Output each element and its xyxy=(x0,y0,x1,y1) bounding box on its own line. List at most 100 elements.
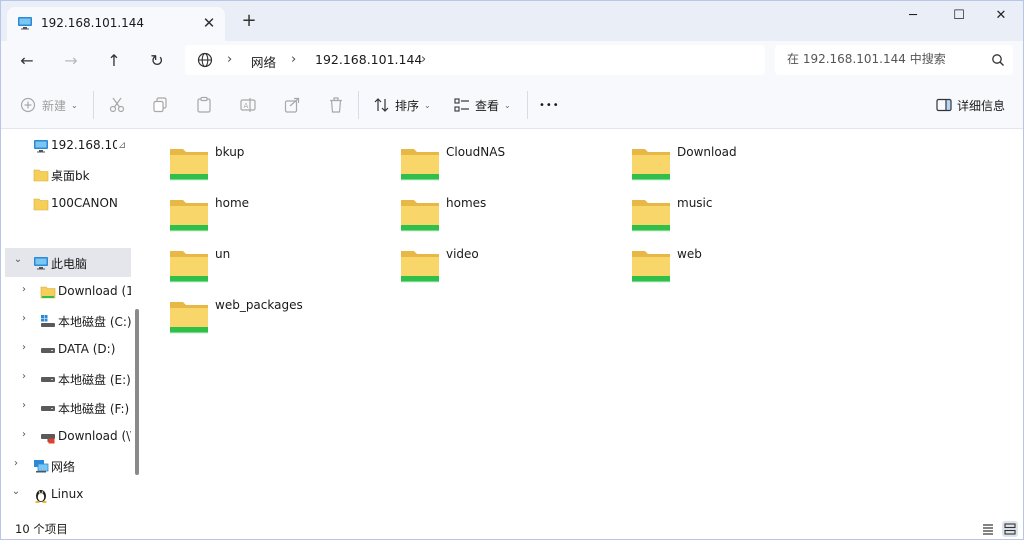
tiles-view-icon[interactable] xyxy=(1002,521,1018,537)
search-icon[interactable] xyxy=(991,53,1005,67)
plus-circle-icon xyxy=(20,97,36,113)
details-label: 详细信息 xyxy=(957,98,1006,113)
drive-icon xyxy=(41,348,55,353)
chevron-right-icon[interactable]: › xyxy=(19,342,29,353)
sidebar-item-label: Download (\\SERVER) xyxy=(58,429,131,443)
sidebar-item-drive-f[interactable]: › 本地磁盘 (F:) xyxy=(1,393,131,422)
chevron-right-icon[interactable]: › xyxy=(11,458,21,469)
details-pane-button[interactable]: 详细信息 xyxy=(935,93,1005,117)
toolbar-divider xyxy=(93,91,94,119)
close-tab-button[interactable]: ✕ xyxy=(199,13,219,33)
search-input[interactable] xyxy=(787,52,977,66)
more-options-button[interactable]: ••• xyxy=(539,93,560,117)
chevron-right-icon[interactable]: › xyxy=(19,400,29,411)
rename-icon[interactable]: A xyxy=(239,96,257,114)
breadcrumb-separator[interactable]: › xyxy=(291,52,296,67)
breadcrumb-separator[interactable]: › xyxy=(227,52,232,67)
sidebar-item-linux[interactable]: ⌄ Linux xyxy=(1,480,131,509)
up-button[interactable]: ↑ xyxy=(101,49,127,73)
back-button[interactable]: ← xyxy=(14,49,40,73)
share-icon[interactable] xyxy=(283,96,301,114)
breadcrumb-host[interactable]: 192.168.101.144 xyxy=(315,52,422,67)
folder-icon xyxy=(40,286,56,299)
tab-current[interactable]: 192.168.101.144 ✕ xyxy=(7,7,225,41)
folder-item[interactable]: bkup xyxy=(169,143,389,189)
sort-icon xyxy=(374,98,389,112)
sidebar-scrollbar[interactable] xyxy=(135,309,139,475)
new-button[interactable]: 新建 ⌄ xyxy=(19,93,78,117)
folder-icon xyxy=(632,149,670,181)
folder-item[interactable]: video xyxy=(400,245,620,291)
sidebar-item-label: Download (192.168.101.144) xyxy=(58,284,131,298)
search-box[interactable] xyxy=(775,45,1013,75)
chevron-right-icon[interactable]: › xyxy=(19,284,29,295)
sidebar-item-label: 192.168.101.144 xyxy=(51,138,117,152)
sidebar-item-desktop-bk[interactable]: 桌面bk xyxy=(1,160,131,189)
paste-icon[interactable] xyxy=(195,96,213,114)
sidebar-item-download-mapped[interactable]: › Download (192.168.101.144) xyxy=(1,277,131,306)
folder-name: home xyxy=(215,196,250,210)
address-bar[interactable]: › 网络 › 192.168.101.144 › xyxy=(185,45,765,75)
delete-icon[interactable] xyxy=(327,96,345,114)
folder-icon xyxy=(401,200,439,232)
folder-name: music xyxy=(677,196,713,210)
view-button[interactable]: 查看 ⌄ xyxy=(453,93,511,117)
sidebar-item-100canon[interactable]: 100CANON xyxy=(1,189,131,218)
chevron-down-icon: ⌄ xyxy=(424,100,431,110)
folder-item[interactable]: music xyxy=(631,194,851,240)
folder-name: homes xyxy=(446,196,487,210)
folder-item[interactable]: Download xyxy=(631,143,851,189)
sidebar-item-drive-d[interactable]: › DATA (D:) xyxy=(1,335,131,364)
sidebar-item-network[interactable]: › 网络 xyxy=(1,451,131,480)
details-view-icon[interactable] xyxy=(980,521,996,537)
folder-name: web_packages xyxy=(215,298,303,312)
chevron-right-icon[interactable]: › xyxy=(19,429,29,440)
toolbar-divider xyxy=(358,91,359,119)
sidebar-item-drive-c[interactable]: › 本地磁盘 (C:) xyxy=(1,306,131,335)
tab-title: 192.168.101.144 xyxy=(41,16,145,30)
network-drive-icon xyxy=(41,434,55,444)
file-explorer-window: 192.168.101.144 ✕ + ─ ☐ ✕ ← → ↑ ↻ › 网络 ›… xyxy=(0,0,1024,540)
breadcrumb-separator[interactable]: › xyxy=(421,52,426,67)
folder-name: bkup xyxy=(215,145,245,159)
folder-icon xyxy=(401,149,439,181)
sidebar-item-quick-host[interactable]: 192.168.101.144 ⊿ xyxy=(1,131,131,160)
refresh-button[interactable]: ↻ xyxy=(144,49,170,73)
view-icon xyxy=(454,98,469,112)
folder-item[interactable]: web xyxy=(631,245,851,291)
close-window-button[interactable]: ✕ xyxy=(979,1,1023,31)
sidebar-item-label: 本地磁盘 (C:) xyxy=(58,315,131,329)
new-button-label: 新建 xyxy=(42,98,67,113)
chevron-down-icon[interactable]: ⌄ xyxy=(11,486,21,497)
minimize-button[interactable]: ─ xyxy=(891,1,935,31)
folder-item[interactable]: un xyxy=(169,245,389,291)
copy-icon[interactable] xyxy=(151,96,169,114)
sidebar-item-this-pc[interactable]: ⌄ 此电脑 xyxy=(5,248,131,277)
folder-item[interactable]: homes xyxy=(400,194,620,240)
sidebar-item-label: 桌面bk xyxy=(51,169,90,183)
chevron-down-icon[interactable]: ⌄ xyxy=(13,254,23,265)
drive-icon xyxy=(41,406,55,411)
maximize-button[interactable]: ☐ xyxy=(937,1,981,31)
drive-icon xyxy=(41,377,55,382)
forward-button[interactable]: → xyxy=(58,49,84,73)
sidebar-item-drive-e[interactable]: › 本地磁盘 (E:) xyxy=(1,364,131,393)
sidebar-item-label: 100CANON xyxy=(51,196,118,210)
chevron-right-icon[interactable]: › xyxy=(19,313,29,324)
linux-penguin-icon xyxy=(35,490,47,503)
folder-item[interactable]: home xyxy=(169,194,389,240)
folder-icon xyxy=(170,302,208,334)
folder-item[interactable]: web_packages xyxy=(169,296,389,342)
navigation-bar: ← → ↑ ↻ › 网络 › 192.168.101.144 › xyxy=(1,41,1023,81)
svg-text:A: A xyxy=(244,102,249,110)
folder-icon xyxy=(170,149,208,181)
sidebar-item-network-drive[interactable]: › Download (\\SERVER) xyxy=(1,422,131,451)
chevron-right-icon[interactable]: › xyxy=(19,371,29,382)
command-bar: 新建 ⌄ A 排序 ⌄ 查看 ⌄ ••• 详细信息 xyxy=(1,81,1023,129)
folder-icon xyxy=(33,198,49,211)
folder-item[interactable]: CloudNAS xyxy=(400,143,620,189)
cut-icon[interactable] xyxy=(108,96,126,114)
breadcrumb-network[interactable]: 网络 xyxy=(251,52,276,71)
sort-button[interactable]: 排序 ⌄ xyxy=(373,93,431,117)
new-tab-button[interactable]: + xyxy=(237,9,261,33)
